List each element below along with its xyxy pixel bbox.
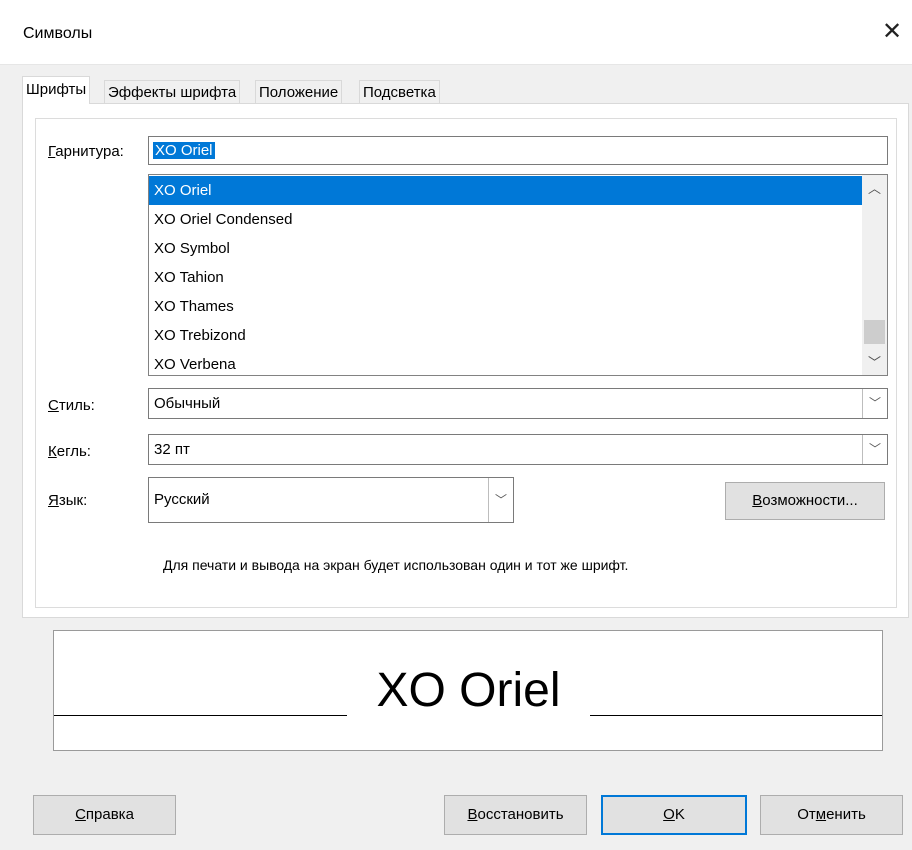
help-button[interactable]: Справка	[33, 795, 176, 835]
preview-text: XO Oriel	[376, 664, 561, 717]
title-bar: Символы ✕	[0, 0, 912, 65]
chevron-down-icon[interactable]: ﹀	[488, 478, 513, 522]
tab-fonts[interactable]: Шрифты	[22, 76, 91, 104]
baseline-left	[54, 715, 347, 716]
language-combo[interactable]: Русский ﹀	[148, 477, 514, 523]
font-family-list[interactable]: XO Oriel XO Oriel Condensed XO Symbol XO…	[148, 174, 888, 376]
features-button[interactable]: Возможности...	[725, 482, 885, 520]
style-combo[interactable]: Обычный ﹀	[148, 388, 888, 419]
scroll-down-icon[interactable]: ﹀	[862, 351, 887, 375]
info-text: Для печати и вывода на экран будет испол…	[163, 557, 629, 573]
list-scrollbar[interactable]: ︿ ﹀	[862, 175, 887, 375]
close-icon[interactable]: ✕	[872, 12, 912, 52]
size-combo[interactable]: 32 пт ﹀	[148, 434, 888, 465]
list-item[interactable]: XO Verbena	[149, 350, 862, 375]
list-item[interactable]: XO Trebizond	[149, 321, 862, 350]
window-title: Символы	[23, 25, 93, 42]
scroll-up-icon[interactable]: ︿	[862, 177, 887, 201]
chevron-down-icon[interactable]: ﹀	[862, 435, 887, 464]
size-label: Кегль:	[48, 443, 91, 460]
tab-position[interactable]: Положение	[255, 80, 343, 103]
baseline-right	[590, 715, 882, 716]
font-preview: XO Oriel	[53, 630, 883, 751]
ok-button[interactable]: ОK	[601, 795, 747, 835]
cancel-button[interactable]: Отменить	[760, 795, 903, 835]
list-item[interactable]: XO Oriel Condensed	[149, 205, 862, 234]
list-item[interactable]: XO Oriel	[149, 176, 862, 205]
family-label: Гарнитура:	[48, 143, 124, 160]
reset-button[interactable]: Восстановить	[444, 795, 587, 835]
language-value: Русский	[154, 491, 210, 508]
list-item[interactable]: XO Symbol	[149, 234, 862, 263]
style-label: Стиль:	[48, 397, 95, 414]
language-label: Язык:	[48, 492, 88, 509]
list-item[interactable]: XO Tahion	[149, 263, 862, 292]
family-input[interactable]: XO Oriel	[148, 136, 888, 165]
size-value: 32 пт	[154, 441, 190, 458]
tab-font-effects[interactable]: Эффекты шрифта	[104, 80, 241, 103]
family-input-value: XO Oriel	[153, 142, 215, 159]
scroll-thumb[interactable]	[864, 320, 885, 344]
chevron-down-icon[interactable]: ﹀	[862, 389, 887, 418]
style-value: Обычный	[154, 395, 221, 412]
tab-highlighting[interactable]: Подсветка	[359, 80, 440, 103]
list-item[interactable]: XO Thames	[149, 292, 862, 321]
